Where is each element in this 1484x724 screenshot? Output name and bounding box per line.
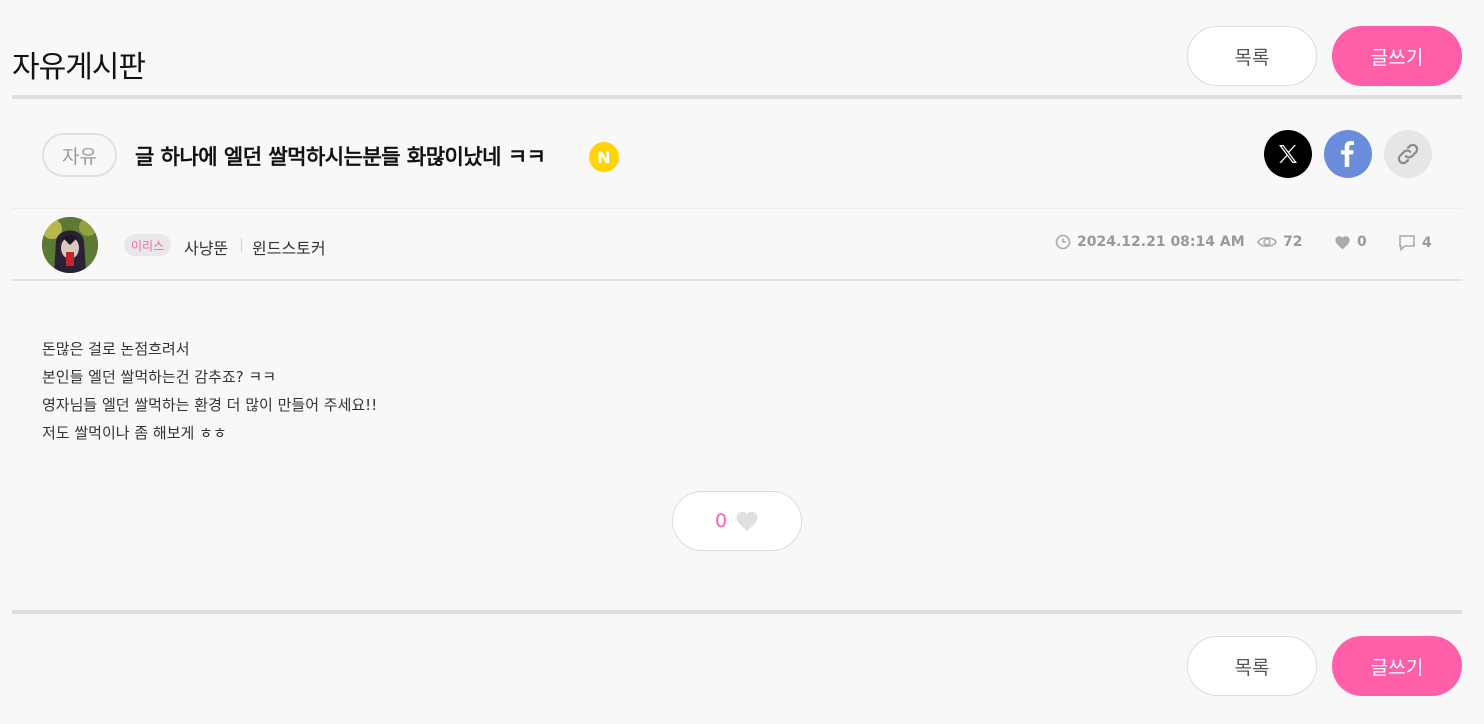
server-tag: 이리스 (124, 234, 172, 256)
facebook-icon (1341, 141, 1354, 167)
eye-icon (1257, 237, 1277, 247)
header-divider (12, 95, 1462, 99)
x-icon (1279, 145, 1297, 163)
page-title: 자유게시판 (12, 50, 146, 85)
author-name[interactable]: 사냥뚠 (184, 235, 228, 259)
share-facebook-button[interactable] (1324, 130, 1372, 178)
avatar[interactable] (42, 217, 98, 273)
post-title: 글 하나에 엘던 쌀먹하시는분들 화많이났네 ㅋㅋ (135, 145, 546, 169)
comments-text: 4 (1422, 234, 1432, 251)
share-x-button[interactable] (1264, 130, 1312, 178)
content-line: 영자님들 엘던 쌀먹하는 환경 더 많이 만들어 주세요!! (42, 396, 378, 414)
like-button[interactable]: 0 (672, 491, 802, 551)
post-content: 돈많은 걸로 논점흐려서 본인들 엘던 쌀먹하는건 감추죠? ㅋㅋ 영자님들 엘… (42, 335, 377, 447)
list-button[interactable]: 목록 (1187, 26, 1317, 86)
content-line: 저도 쌀먹이나 좀 해보게 ㅎㅎ (42, 424, 227, 442)
views-text: 72 (1283, 234, 1303, 250)
copy-link-button[interactable] (1384, 130, 1432, 178)
clock-icon (1055, 234, 1071, 250)
new-badge: N (589, 142, 619, 172)
meta-divider (12, 279, 1462, 281)
content-line: 돈많은 걸로 논점흐려서 (42, 340, 190, 358)
author-job: 윈드스토커 (252, 239, 326, 258)
link-icon (1397, 143, 1419, 165)
author-separator (241, 238, 242, 252)
like-count: 0 (1334, 234, 1367, 250)
content-line: 본인들 엘던 쌀먹하는건 감추죠? ㅋㅋ (42, 368, 277, 386)
list-button-bottom[interactable]: 목록 (1187, 636, 1317, 696)
comment-count: 4 (1398, 234, 1432, 251)
write-button[interactable]: 글쓰기 (1332, 26, 1462, 86)
title-divider (12, 208, 1462, 209)
comment-icon (1399, 235, 1415, 251)
view-count: 72 (1257, 234, 1302, 250)
heart-icon (1335, 235, 1350, 249)
write-button-bottom[interactable]: 글쓰기 (1332, 636, 1462, 696)
date-text: 2024.12.21 08:14 AM (1077, 234, 1245, 250)
like-button-count: 0 (714, 510, 728, 532)
heart-icon (736, 511, 758, 531)
post-date: 2024.12.21 08:14 AM (1055, 234, 1245, 250)
footer-divider (12, 610, 1462, 614)
category-badge: 자유 (42, 133, 117, 177)
likes-text: 0 (1357, 234, 1367, 250)
